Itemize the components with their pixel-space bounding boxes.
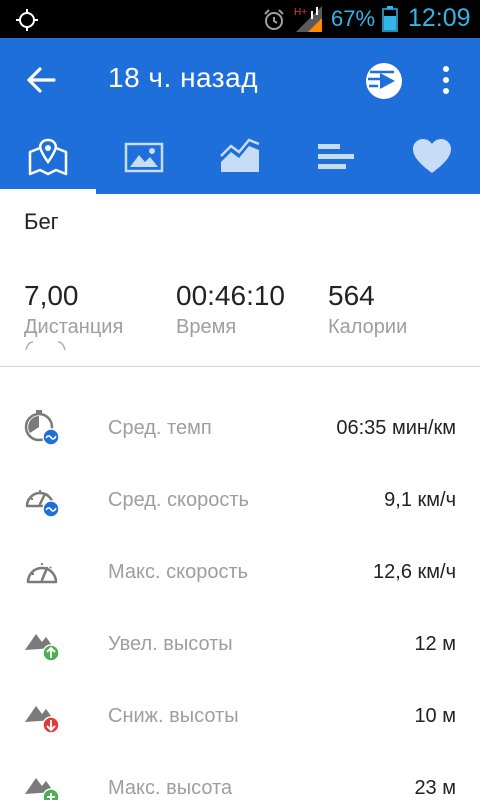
distance-value: 7,00 bbox=[24, 280, 79, 311]
area-chart-icon bbox=[220, 138, 260, 172]
stat-value: 06:35 мин/км bbox=[336, 417, 456, 439]
stat-row-elevation-gain: Увел. высоты 12 м bbox=[0, 608, 480, 680]
signal-icon: H+ bbox=[294, 6, 322, 32]
calories-label: Калории bbox=[328, 316, 408, 338]
time-value: 00:46:10 bbox=[176, 280, 285, 311]
summary-time: 00:46:10 Время bbox=[176, 280, 285, 339]
stat-value: 12 м bbox=[414, 633, 456, 655]
battery-percent: 67% bbox=[331, 6, 376, 31]
max-speed-icon bbox=[26, 563, 58, 584]
summary-calories: 564 Калории bbox=[328, 280, 407, 339]
location-target-icon bbox=[16, 9, 38, 31]
stat-value: 23 м bbox=[414, 777, 456, 799]
stat-value: 9,1 км/ч bbox=[384, 489, 456, 511]
stat-label: Макс. скорость bbox=[108, 561, 249, 583]
app-bar: 18 ч. назад bbox=[0, 38, 480, 122]
stat-label: Сред. темп bbox=[108, 417, 212, 439]
battery-icon bbox=[382, 6, 398, 32]
tab-map[interactable] bbox=[0, 122, 96, 194]
map-pin-icon bbox=[28, 138, 68, 176]
activity-type: Бег bbox=[24, 209, 59, 234]
stat-label: Макс. высота bbox=[108, 777, 233, 799]
bars-icon bbox=[318, 144, 354, 169]
play-video-icon[interactable] bbox=[364, 61, 404, 101]
clipped-unit-glyph bbox=[25, 341, 66, 350]
summary-section: 7,00 Дистанция 00:46:10 Время 564 Калори… bbox=[0, 280, 480, 350]
elevation-gain-icon bbox=[25, 634, 60, 662]
tab-splits[interactable] bbox=[288, 122, 384, 194]
stat-value: 10 м bbox=[414, 705, 456, 727]
status-time: 12:09 bbox=[408, 4, 471, 32]
tab-photos[interactable] bbox=[96, 122, 192, 194]
max-elevation-icon bbox=[25, 778, 60, 800]
elevation-loss-icon bbox=[25, 706, 60, 734]
stat-value: 12,6 км/ч bbox=[373, 561, 456, 583]
stat-label: Увел. высоты bbox=[108, 633, 233, 655]
stat-label: Сред. скорость bbox=[108, 489, 249, 511]
more-vertical-icon[interactable] bbox=[436, 64, 456, 96]
calories-value: 564 bbox=[328, 280, 375, 311]
page-title: 18 ч. назад bbox=[108, 62, 259, 93]
stat-row-avg-pace: Сред. темп 06:35 мин/км bbox=[0, 392, 480, 464]
selected-tab-indicator bbox=[0, 189, 96, 194]
stat-label: Сниж. высоты bbox=[108, 705, 239, 727]
back-arrow-icon[interactable] bbox=[26, 66, 56, 94]
image-icon bbox=[124, 142, 164, 173]
stat-row-elevation-loss: Сниж. высоты 10 м bbox=[0, 680, 480, 752]
summary-distance: 7,00 Дистанция bbox=[24, 280, 123, 339]
time-label: Время bbox=[176, 316, 237, 338]
divider bbox=[0, 366, 480, 367]
avg-pace-icon bbox=[24, 410, 60, 446]
stat-row-avg-speed: Сред. скорость 9,1 км/ч bbox=[0, 464, 480, 536]
alarm-clock-icon bbox=[264, 9, 284, 30]
distance-label: Дистанция bbox=[24, 316, 124, 338]
heart-icon bbox=[413, 139, 451, 173]
avg-speed-icon bbox=[25, 490, 60, 518]
status-bar: H+ 67% 12:09 bbox=[0, 0, 480, 38]
tab-heart-rate[interactable] bbox=[384, 122, 480, 194]
tab-charts[interactable] bbox=[192, 122, 288, 194]
tab-bar bbox=[0, 122, 480, 194]
stat-row-max-elevation: Макс. высота 23 м bbox=[0, 752, 480, 800]
stat-row-max-speed: Макс. скорость 12,6 км/ч bbox=[0, 536, 480, 608]
network-type-text: H+ bbox=[294, 7, 307, 18]
